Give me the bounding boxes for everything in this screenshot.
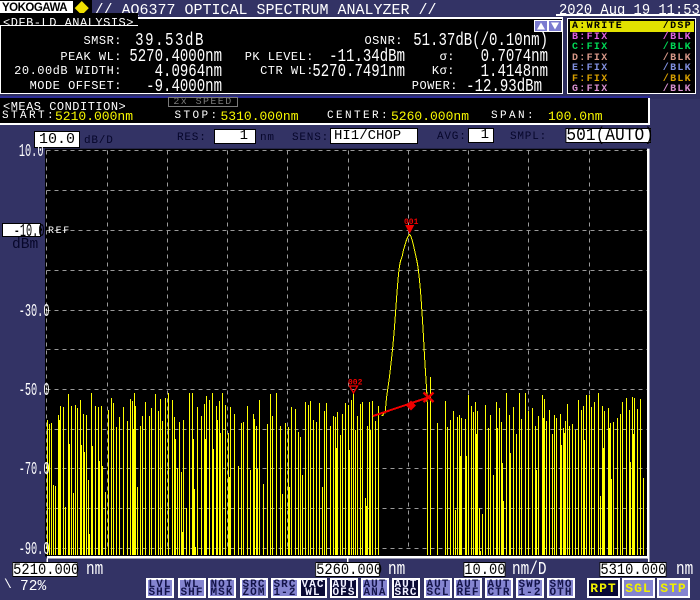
- svg-text:002: 002: [348, 379, 363, 388]
- svg-text:001: 001: [404, 218, 419, 227]
